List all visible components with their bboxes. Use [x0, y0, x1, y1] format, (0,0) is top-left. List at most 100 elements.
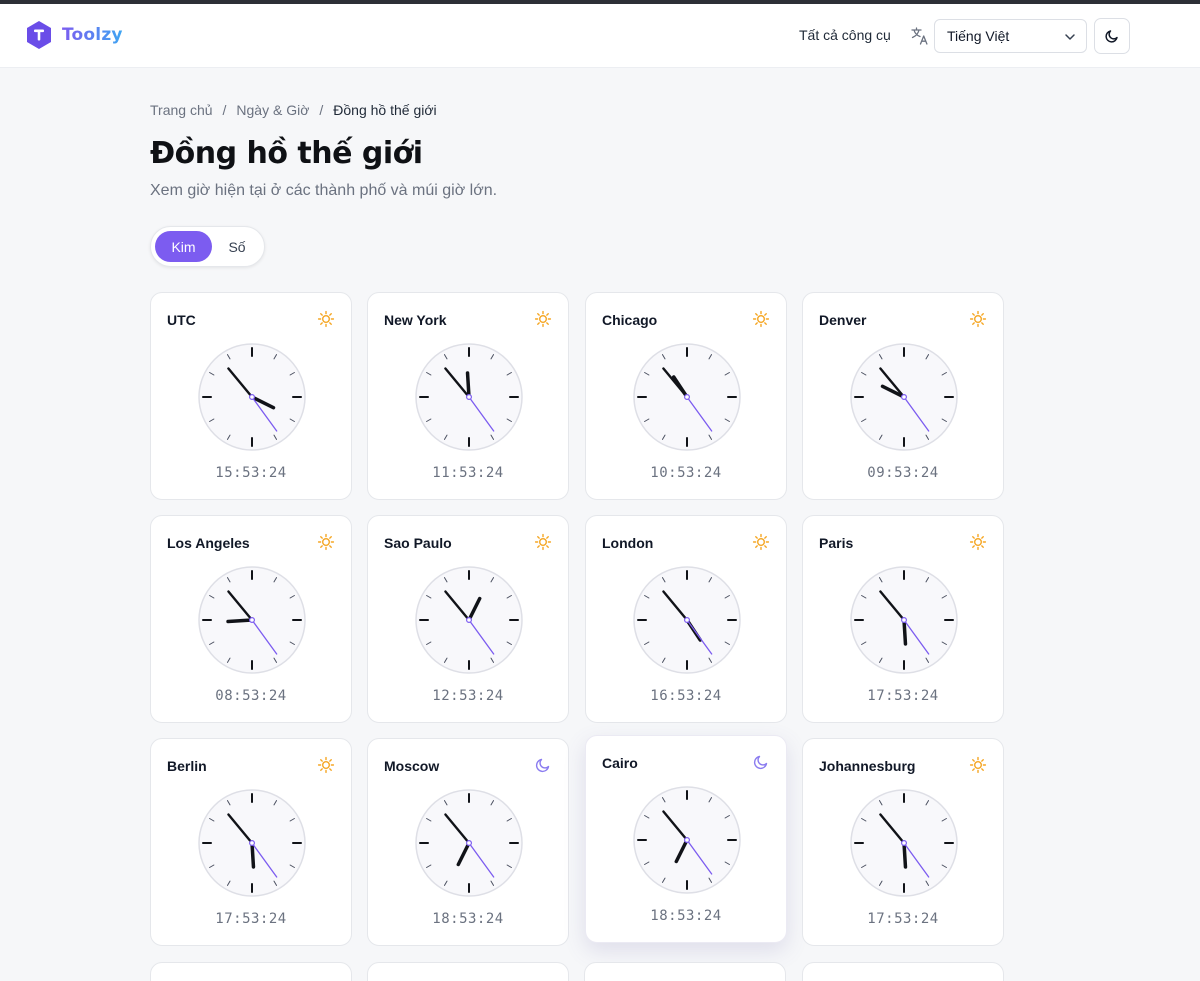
breadcrumb-home[interactable]: Trang chủ [150, 102, 213, 118]
analog-clock-face [633, 566, 741, 674]
clock-city-name: Johannesburg [819, 758, 916, 774]
hour-hand [465, 371, 471, 399]
clock-digital-time: 08:53:24 [215, 688, 287, 704]
center-pin [248, 393, 255, 400]
clock-city-name: Berlin [167, 758, 207, 774]
clock-card[interactable] [802, 962, 1004, 981]
analog-clock-face [198, 566, 306, 674]
breadcrumb-separator: / [222, 102, 227, 118]
analog-clock-face [198, 343, 306, 451]
sun-icon [752, 533, 770, 551]
center-pin [683, 393, 690, 400]
clock-digital-time: 16:53:24 [650, 688, 722, 704]
page-subtitle: Xem giờ hiện tại ở các thành phố và múi … [150, 182, 498, 199]
top-header: Toolzy Tất cả công cụ Tiếng Việt [0, 4, 1200, 68]
theme-toggle-button[interactable] [1094, 18, 1130, 54]
translate-icon [911, 27, 928, 45]
clock-card[interactable]: Berlin 17:53:24 [150, 738, 352, 946]
clock-card[interactable]: Los Angeles 08:53:24 [150, 515, 352, 723]
clock-card[interactable] [150, 962, 352, 981]
analog-clock-face [633, 786, 741, 894]
center-pin [683, 616, 690, 623]
center-pin [248, 616, 255, 623]
clock-card[interactable]: Moscow 18:53:24 [367, 738, 569, 946]
clock-city-name: Denver [819, 312, 867, 328]
sun-icon [317, 756, 335, 774]
center-pin [900, 393, 907, 400]
center-pin [900, 839, 907, 846]
clock-digital-time: 10:53:24 [650, 465, 722, 481]
clock-card[interactable]: New York 11:53:24 [367, 292, 569, 500]
center-pin [465, 839, 472, 846]
clock-city-name: Los Angeles [167, 535, 250, 551]
clock-city-name: New York [384, 312, 447, 328]
clock-card[interactable] [367, 962, 569, 981]
center-pin [683, 836, 690, 843]
breadcrumb-current: Đồng hồ thế giới [333, 102, 437, 118]
brand-logo-link[interactable]: Toolzy [26, 20, 123, 50]
breadcrumb: Trang chủ / Ngày & Giờ / Đồng hồ thế giớ… [150, 102, 437, 118]
clock-card[interactable]: UTC 15:53:24 [150, 292, 352, 500]
analog-clock-face [633, 343, 741, 451]
analog-clock-face [198, 789, 306, 897]
brand-name: Toolzy [62, 25, 123, 45]
analog-clock-face [850, 789, 958, 897]
clock-digital-time: 12:53:24 [432, 688, 504, 704]
clock-card[interactable]: Johannesburg 17:53:24 [802, 738, 1004, 946]
moon-icon [1105, 30, 1118, 43]
sun-icon [534, 533, 552, 551]
clock-digital-time: 18:53:24 [432, 911, 504, 927]
sun-icon [969, 756, 987, 774]
analog-clock-face [415, 566, 523, 674]
digital-view-button[interactable]: Số [215, 231, 259, 262]
chevron-down-icon [1065, 34, 1075, 40]
sun-icon [969, 310, 987, 328]
sun-icon [534, 310, 552, 328]
language-select[interactable]: Tiếng Việt [934, 19, 1087, 53]
center-pin [465, 616, 472, 623]
analog-clock-face [850, 566, 958, 674]
view-mode-toggle: Kim Số [150, 226, 265, 267]
clock-city-name: Moscow [384, 758, 440, 774]
clock-card[interactable]: London 16:53:24 [585, 515, 787, 723]
clock-card[interactable]: Sao Paulo 12:53:24 [367, 515, 569, 723]
clock-digital-time: 17:53:24 [867, 911, 939, 927]
moon-icon [535, 758, 550, 773]
clock-card[interactable]: Paris 17:53:24 [802, 515, 1004, 723]
clock-digital-time: 17:53:24 [867, 688, 939, 704]
clock-card[interactable]: Denver 09:53:24 [802, 292, 1004, 500]
hour-hand [226, 618, 254, 624]
hour-hand [902, 618, 908, 646]
toolzy-logo-icon [27, 21, 51, 49]
sun-icon [752, 310, 770, 328]
sun-icon [317, 533, 335, 551]
clock-city-name: London [602, 535, 654, 551]
analog-clock-face [415, 789, 523, 897]
clock-card[interactable]: Cairo 18:53:24 [585, 735, 787, 943]
hour-hand [250, 841, 256, 869]
clock-city-name: UTC [167, 312, 196, 328]
center-pin [900, 616, 907, 623]
clock-card[interactable] [584, 962, 786, 981]
analog-view-button[interactable]: Kim [155, 231, 212, 262]
breadcrumb-section[interactable]: Ngày & Giờ [236, 102, 309, 118]
clock-digital-time: 17:53:24 [215, 911, 287, 927]
hour-hand [902, 841, 908, 869]
moon-icon [753, 755, 768, 770]
page-title: Đồng hồ thế giới [150, 136, 423, 171]
clock-card[interactable]: Chicago 10:53:24 [585, 292, 787, 500]
center-pin [465, 393, 472, 400]
clock-digital-time: 11:53:24 [432, 465, 504, 481]
clock-digital-time: 18:53:24 [650, 908, 722, 924]
clock-digital-time: 09:53:24 [867, 465, 939, 481]
center-pin [248, 839, 255, 846]
clock-city-name: Chicago [602, 312, 658, 328]
clock-city-name: Sao Paulo [384, 535, 452, 551]
breadcrumb-separator: / [319, 102, 324, 118]
analog-clock-face [415, 343, 523, 451]
clock-digital-time: 15:53:24 [215, 465, 287, 481]
language-select-value: Tiếng Việt [947, 28, 1010, 44]
all-tools-link[interactable]: Tất cả công cụ [799, 27, 891, 43]
sun-icon [317, 310, 335, 328]
sun-icon [969, 533, 987, 551]
